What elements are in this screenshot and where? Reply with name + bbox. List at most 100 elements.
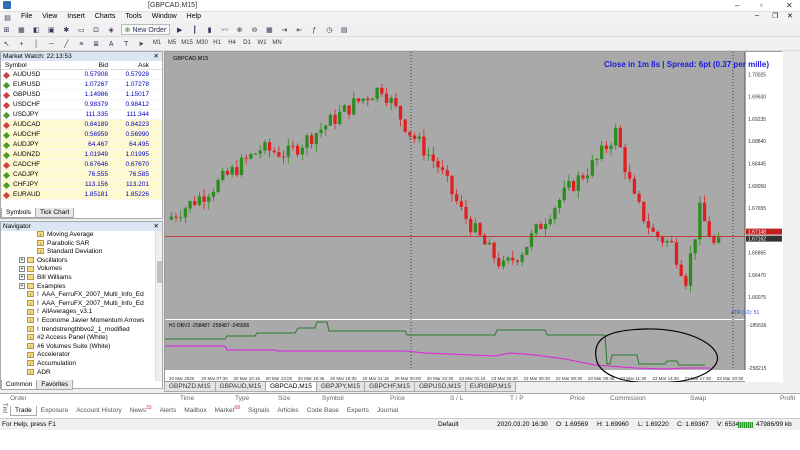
panel-close-icon[interactable]: ✕ [154,52,159,61]
periods-icon[interactable]: ◷ [324,24,335,35]
chart-shift-icon[interactable]: ⇤ [294,24,305,35]
market-watch-row[interactable]: AUDJPY 64.467 64.495 [1,140,162,150]
chart-tab[interactable]: GBPJPY,M15 [315,382,366,392]
cursor-icon[interactable]: ↖ [1,38,12,49]
navigator-item[interactable]: + Bill Williams [1,274,156,283]
tab-symbols[interactable]: Symbols [1,208,36,218]
crosshair-icon[interactable]: + [16,38,27,49]
channel-icon[interactable]: ≡ [76,38,87,49]
mdi-restore-icon[interactable]: ❐ [772,12,778,20]
menu-view[interactable]: View [37,12,62,21]
timeframe-m5[interactable]: M5 [166,38,179,49]
navigator-close-icon[interactable]: ✕ [154,222,159,231]
trendline-icon[interactable]: ╱ [61,38,72,49]
navigator-item[interactable]: f ADR [1,369,156,378]
navigator-item[interactable]: f! AllAverages_v3.1 [1,308,156,317]
menu-charts[interactable]: Charts [90,12,121,21]
menu-tools[interactable]: Tools [120,12,146,21]
market-watch-row[interactable]: CHFJPY 113.156 113.201 [1,180,162,190]
market-watch-row[interactable]: AUDNZD 1.01949 1.01995 [1,150,162,160]
navigator-item[interactable]: f Accelerator [1,351,156,360]
vertical-line-icon[interactable]: │ [31,38,42,49]
auto-scroll-icon[interactable]: ⇥ [279,24,290,35]
market-watch-row[interactable]: USDCHF 0.98379 0.98412 [1,100,162,110]
terminal-tab[interactable]: Alerts [156,406,181,416]
terminal-tab[interactable]: Code Base [303,406,343,416]
minimize-icon[interactable]: – [735,1,739,10]
navigator-item[interactable]: + Volumes [1,265,156,274]
expand-icon[interactable]: + [19,265,25,272]
market-watch-row[interactable]: CADCHF 0.67646 0.67670 [1,160,162,170]
mdi-minimize-icon[interactable]: – [755,12,759,19]
zoom-out-icon[interactable]: ⊖ [249,24,260,35]
mdi-close-icon[interactable]: ✕ [787,12,793,20]
terminal-tab[interactable]: News33 [126,403,156,414]
bar-chart-icon[interactable]: ┃ [189,24,200,35]
timeframe-d1[interactable]: D1 [241,38,254,49]
new-chart-icon[interactable]: ⊞ [1,24,12,35]
label-icon[interactable]: T [121,38,132,49]
timeframe-h1[interactable]: H1 [211,38,224,49]
navigator-item[interactable]: f Standard Deviation [1,248,156,257]
menu-help[interactable]: Help [182,12,206,21]
profiles-icon[interactable]: ▦ [16,24,27,35]
chart-tab[interactable]: GBPCAD,M15 [264,382,317,392]
document-icon[interactable]: ▤ [2,13,13,22]
terminal-tab[interactable]: Market68 [211,403,244,414]
maximize-icon[interactable]: ▫ [760,1,763,10]
market-watch-row[interactable]: AUDCAD 0.84189 0.84223 [1,120,162,130]
navigator-item[interactable]: f! AAA_FerruFX_2007_Multi_Info_Ed [1,291,156,300]
menu-insert[interactable]: Insert [62,12,90,21]
price-chart[interactable]: 1.70025 1.69630 1.69235 1.68840 1.68445 1.680… [165,52,783,383]
tab-tick-chart[interactable]: Tick Chart [34,208,75,218]
menu-file[interactable]: File [16,12,37,21]
timeframe-m1[interactable]: M1 [151,38,164,49]
col-symbol[interactable]: Symbol [5,61,27,70]
chart-tab[interactable]: GBPUSD,M15 [413,382,466,392]
terminal-tab[interactable]: Exposure [37,406,72,416]
indicators-icon[interactable]: ƒ [309,24,320,35]
timeframe-h4[interactable]: H4 [226,38,239,49]
terminal-tab[interactable]: Signals [244,406,273,416]
col-ask[interactable]: Ask [138,61,149,70]
navigator-item[interactable]: f! Econome Javier Momentum Arrows [1,317,156,326]
new-order-button[interactable]: ⊕ New Order [120,24,171,35]
chart-tab[interactable]: GBPCHF,M15 [364,382,415,392]
timeframe-m15[interactable]: M15 [181,38,194,49]
close-icon[interactable]: ✕ [786,1,793,10]
navigator-icon[interactable]: ✱ [61,24,72,35]
navigator-item[interactable]: + Oscillators [1,257,156,266]
candlestick-icon[interactable]: ▮ [204,24,215,35]
market-watch-row[interactable]: EURAUD 1.85181 1.85226 [1,190,162,200]
market-watch-row[interactable]: CADJPY 76.555 76.585 [1,170,162,180]
chart-tab[interactable]: GBPAUD,M15 [214,382,266,392]
terminal-tab[interactable]: Mailbox [180,406,210,416]
menu-window[interactable]: Window [147,12,182,21]
timeframe-w1[interactable]: W1 [256,38,269,49]
col-bid[interactable]: Bid [99,61,108,70]
navigator-item[interactable]: f Moving Average [1,231,156,240]
templates-icon[interactable]: ▤ [339,24,350,35]
timeframe-mn[interactable]: MN [271,38,284,49]
chart-tab[interactable]: GBPNZD,M15 [164,382,216,392]
market-watch-icon[interactable]: ◧ [31,24,42,35]
market-watch-row[interactable]: GBPUSD 1.14986 1.15017 [1,90,162,100]
market-watch-row[interactable]: AUDUSD 0.57908 0.57928 [1,70,162,80]
terminal-tab[interactable]: Articles [273,406,302,416]
terminal-tab[interactable]: Trade [10,406,37,416]
market-watch-row[interactable]: USDJPY 111.335 111.344 [1,110,162,120]
navigator-item[interactable]: f! trendstrengthbvo2_1_modified [1,326,156,335]
expand-icon[interactable]: + [19,274,25,281]
horizontal-line-icon[interactable]: ─ [46,38,57,49]
data-window-icon[interactable]: ▣ [46,24,57,35]
tab-favorites[interactable]: Favorites [36,380,74,390]
navigator-scroll-thumb[interactable] [157,261,162,283]
navigator-item[interactable]: f Accumulation [1,360,156,369]
terminal-tab[interactable]: Experts [343,406,373,416]
market-watch-row[interactable]: AUDCHF 0.56959 0.56990 [1,130,162,140]
fibonacci-icon[interactable]: ≣ [91,38,102,49]
navigator-item[interactable]: f Parabolic SAR [1,240,156,249]
autotrading-icon[interactable]: ▶ [174,24,185,35]
arrow-icon[interactable]: ➤ [136,38,147,49]
navigator-item[interactable]: f! AAA_FerruFX_2007_Multi_Info_Ed [1,300,156,309]
